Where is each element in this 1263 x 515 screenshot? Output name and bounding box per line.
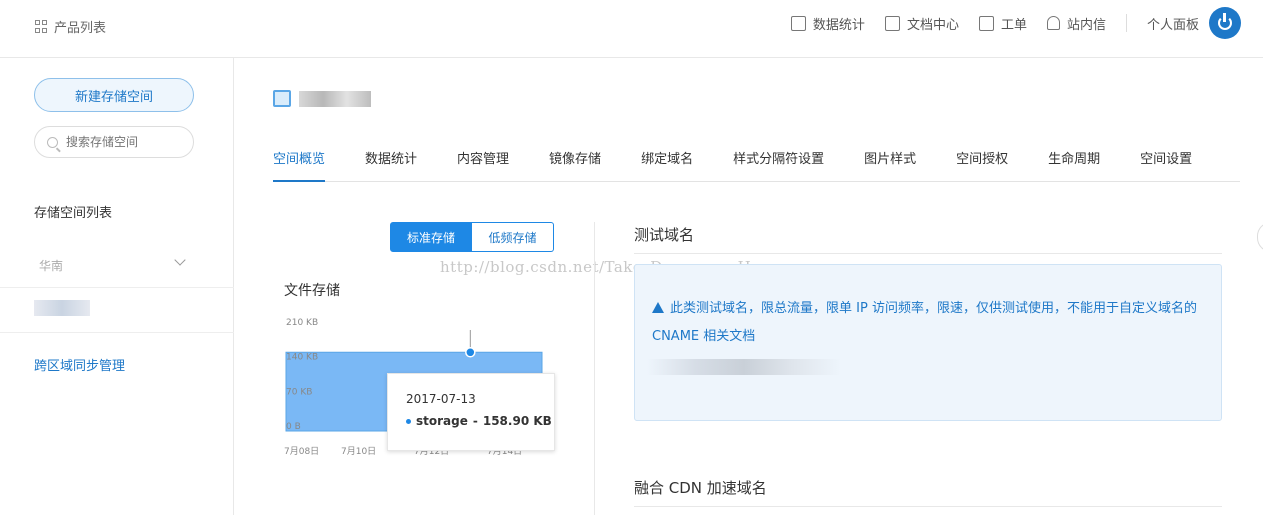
- tab-domain[interactable]: 绑定域名: [641, 140, 693, 181]
- chart-tooltip: 2017-07-13 storage - 158.90 KB: [387, 373, 555, 451]
- tab-overview[interactable]: 空间概览: [273, 140, 326, 182]
- y-tick-label: 140 KB: [286, 353, 318, 363]
- test-domain-notice: 此类测试域名，限总流量，限单 IP 访问频率，限速，仅供测试使用，不能用于自定义…: [634, 264, 1222, 421]
- warning-icon: [652, 302, 664, 313]
- avatar[interactable]: [1209, 7, 1241, 39]
- bucket-search-input[interactable]: [66, 135, 176, 149]
- hover-point: [465, 347, 476, 358]
- chevron-down-icon: [174, 254, 186, 266]
- cross-region-sync-link[interactable]: 跨区域同步管理: [34, 355, 125, 374]
- bucket-list-title: 存储空间列表: [34, 206, 113, 221]
- product-list-label: 产品列表: [54, 21, 107, 36]
- bucket-search[interactable]: [34, 126, 194, 158]
- bucket-header: [273, 90, 371, 107]
- search-icon: [47, 136, 58, 148]
- region-select[interactable]: 华南: [0, 248, 234, 288]
- sidebar: 新建存储空间 存储空间列表 华南 跨区域同步管理: [0, 58, 234, 515]
- nav-label: 文档中心: [906, 17, 959, 33]
- tooltip-series-name: storage: [416, 414, 468, 428]
- test-domain-title: 测试域名: [634, 224, 1222, 254]
- test-domain-warning: 此类测试域名，限总流量，限单 IP 访问频率，限速，仅供测试使用，不能用于自定义…: [652, 295, 1207, 351]
- storage-type-toggle: 标准存储 低频存储: [390, 222, 554, 252]
- tooltip-series: storage - 158.90 KB: [406, 414, 554, 428]
- bucket-icon: [273, 90, 291, 107]
- document-icon: [884, 15, 900, 31]
- personal-panel-label: 个人面板: [1146, 17, 1199, 33]
- nav-label: 站内信: [1066, 17, 1106, 33]
- power-icon: [1218, 13, 1232, 30]
- nav-label: 数据统计: [812, 17, 865, 33]
- y-tick-label: 0 B: [286, 422, 301, 432]
- bucket-name-redacted: [299, 90, 371, 107]
- doc-link[interactable]: 相关文档: [703, 329, 755, 344]
- bucket-list-item-redacted[interactable]: [34, 300, 90, 316]
- low-freq-storage-button[interactable]: 低频存储: [472, 222, 554, 252]
- clipboard-icon: [978, 15, 994, 31]
- tab-data-stats[interactable]: 数据统计: [365, 140, 417, 181]
- tab-auth[interactable]: 空间授权: [956, 140, 1008, 181]
- top-bar: 产品列表 数据统计 文档中心 工单 站内信 个人面板: [0, 0, 1263, 58]
- tab-style-separator[interactable]: 样式分隔符设置: [733, 140, 824, 181]
- file-storage-title: 文件存储: [284, 283, 340, 299]
- nav-label: 工单: [1000, 17, 1027, 33]
- nav-separator: [1125, 14, 1127, 32]
- product-list-menu[interactable]: 产品列表: [35, 17, 106, 36]
- nav-ticket[interactable]: 工单: [978, 14, 1027, 33]
- side-panel-handle[interactable]: [1257, 222, 1263, 252]
- nav-doc-center[interactable]: 文档中心: [884, 14, 959, 33]
- x-tick-label: 7月08日: [284, 446, 319, 457]
- column-divider: [594, 222, 595, 515]
- grid-icon: [35, 20, 48, 33]
- chart-icon: [790, 15, 806, 31]
- region-label: 华南: [39, 259, 64, 273]
- tooltip-dash: -: [472, 414, 478, 428]
- y-tick-label: 70 KB: [286, 387, 312, 397]
- top-nav: 数据统计 文档中心 工单 站内信 个人面板: [771, 7, 1241, 39]
- nav-messages[interactable]: 站内信: [1046, 14, 1106, 33]
- tab-mirror[interactable]: 镜像存储: [549, 140, 601, 181]
- tab-lifecycle[interactable]: 生命周期: [1048, 140, 1100, 181]
- test-domain-redacted: [647, 359, 841, 375]
- bell-icon: [1046, 16, 1060, 30]
- divider: [0, 332, 234, 333]
- tooltip-date: 2017-07-13: [406, 392, 476, 406]
- cdn-domain-title: 融合 CDN 加速域名: [634, 477, 1222, 507]
- y-tick-label: 210 KB: [286, 318, 318, 328]
- new-bucket-button[interactable]: 新建存储空间: [34, 78, 194, 112]
- tab-content[interactable]: 内容管理: [457, 140, 509, 181]
- tab-image-style[interactable]: 图片样式: [864, 140, 916, 181]
- tab-settings[interactable]: 空间设置: [1140, 140, 1192, 181]
- tooltip-value: 158.90 KB: [482, 414, 552, 428]
- standard-storage-button[interactable]: 标准存储: [390, 222, 472, 252]
- nav-data-stats[interactable]: 数据统计: [790, 14, 865, 33]
- x-tick-label: 7月10日: [341, 446, 376, 457]
- personal-panel-link[interactable]: 个人面板: [1147, 14, 1199, 33]
- bucket-tabs: 空间概览 数据统计 内容管理 镜像存储 绑定域名 样式分隔符设置 图片样式 空间…: [273, 140, 1240, 182]
- series-dot: [406, 418, 411, 424]
